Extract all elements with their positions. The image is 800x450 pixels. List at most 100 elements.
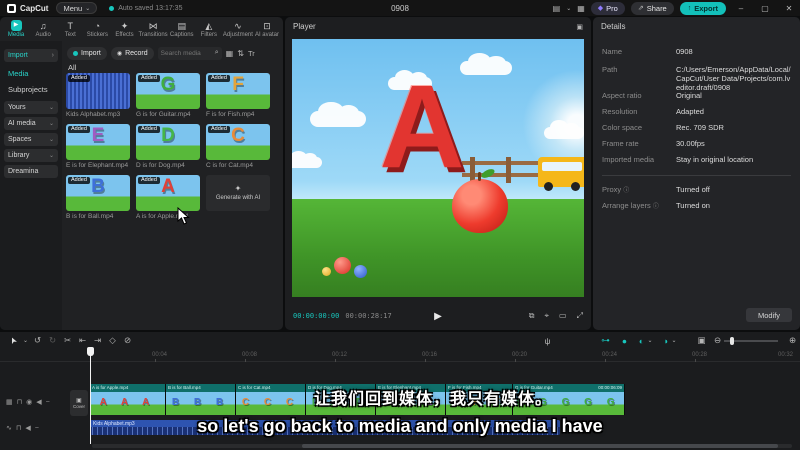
media-item-audio[interactable]: Added Kids Alphabet.mp3 [66,73,130,118]
menu-button[interactable]: Menu ⌄ [56,2,98,14]
media-item-c[interactable]: Added C C is for Cat.mp4 [206,124,270,169]
added-badge: Added [68,75,90,82]
media-item-g[interactable]: Added G G is for Guitar.mp4 [136,73,200,118]
undo-icon[interactable]: ↺ [30,335,45,346]
view-grid-icon[interactable]: ▦ [226,49,234,58]
pro-button[interactable]: ◆ Pro [590,1,625,15]
keyframe-icon[interactable]: ◇ [105,335,120,346]
media-item-d[interactable]: Added D D is for Dog.mp4 [136,124,200,169]
video-preview[interactable]: A [292,39,584,297]
workspace-layout-icon[interactable]: ▤ [553,4,561,13]
trim-left-icon[interactable]: ⇤ [75,335,90,346]
minimize-button[interactable]: – [732,4,750,13]
tab-captions[interactable]: ▤ Captions [169,21,195,38]
timeline-clip-a[interactable]: A is for Apple.mp4 A A A [90,384,166,415]
main-track-icon[interactable]: ▦ [6,399,17,406]
zoom-in-icon[interactable]: ⊕ [785,335,800,346]
play-button[interactable]: ▶ [434,311,442,322]
player-display-mode-icon[interactable]: ▣ [576,23,583,31]
export-button[interactable]: ↑ Export [679,1,726,15]
share-button[interactable]: ⇗ Share [630,1,674,15]
zoom-slider[interactable] [724,337,778,345]
waveform-icon[interactable]: ∿ [6,425,16,432]
generate-with-ai-card[interactable]: ✦ Generate with AI [206,175,270,220]
sidebar-item-media[interactable]: Media [4,69,58,78]
sidebar-item-dreamina[interactable]: Dreamina [4,165,58,178]
record-button[interactable]: ◉ Record [110,46,154,60]
chevron-down-icon[interactable]: ⌄ [670,337,678,344]
tab-transitions[interactable]: ⋈ Transitions [139,21,168,38]
focus-icon[interactable]: ⌖ [545,311,550,321]
tab-audio[interactable]: ♫ Audio [30,21,56,38]
select-tool-chevron-icon[interactable]: ⌄ [21,337,30,344]
subtitle-chinese: 让我们回到媒体，我只有媒体。 [313,391,553,408]
timeline-ruler[interactable]: 00:04 00:08 00:12 00:16 00:20 00:24 00:2… [0,349,800,362]
media-item-f[interactable]: Added F F is for Fish.mp4 [206,73,270,118]
split-icon[interactable]: ✂ [60,335,75,346]
ratio-icon[interactable]: ▭ [559,311,567,321]
voiceover-mic-icon[interactable]: ψ [540,336,555,346]
trim-right-icon[interactable]: ⇥ [90,335,105,346]
horizontal-scrollbar[interactable] [92,444,792,448]
zoom-slider-thumb[interactable] [730,337,734,345]
filter-icon[interactable]: Tr [248,49,255,58]
sort-icon[interactable]: ⇅ [237,49,244,58]
media-item-a[interactable]: Added A A is for Apple.mp4 [136,175,200,220]
close-button[interactable]: ✕ [780,4,798,13]
modify-button[interactable]: Modify [746,308,792,322]
detail-value: Rec. 709 SDR [676,123,724,132]
ruler-label: 00:24 [602,352,618,358]
timeline-clip-c[interactable]: C is for Cat.mp4 C C C [236,384,306,415]
layout-chevron-icon[interactable]: ⌄ [566,5,571,12]
media-section-all[interactable]: All [68,63,76,72]
collapse-icon[interactable]: − [46,399,54,406]
scrollbar-thumb[interactable] [302,444,778,448]
magnet-snap-icon[interactable]: ⊶ [598,335,613,346]
lock-icon[interactable]: ⊓ [16,425,25,432]
chevron-down-icon[interactable]: ⌄ [646,337,654,344]
tab-adjustment[interactable]: ∿ Adjustment [223,21,253,38]
maximize-button[interactable]: ▢ [756,4,774,13]
mute-icon[interactable]: ◀ [36,399,45,406]
audio-track-controls[interactable]: ∿⊓◀− [6,424,43,432]
sidebar-item-label: Yours [8,104,26,111]
video-track-controls[interactable]: ▦⊓◉◀− [6,398,54,406]
tab-text[interactable]: T Text [57,21,83,38]
media-item-b[interactable]: Added B B is for Ball.mp4 [66,175,130,220]
toggle-value[interactable]: Turned off [676,185,792,194]
delete-icon[interactable]: ⊘ [120,335,135,346]
cover-template-icon[interactable]: ▣ [694,335,709,346]
sidebar-item-yours[interactable]: Yours ⌄ [4,101,58,114]
tab-filters[interactable]: ◭ Filters [196,21,222,38]
sidebar-item-ai-media[interactable]: AI media ⌄ [4,117,58,130]
zoom-out-icon[interactable]: ⊖ [710,335,725,346]
media-item-e[interactable]: Added E E is for Elephant.mp4 [66,124,130,169]
lock-icon[interactable]: ⊓ [17,399,26,406]
search-input[interactable] [160,49,215,57]
sidebar-item-library[interactable]: Library ⌄ [4,149,58,162]
toggle-value[interactable]: Turned on [676,201,792,210]
autosave-status: Auto saved 13:17:35 [118,4,183,12]
import-button[interactable]: Import [67,46,107,60]
tab-ai-avatar[interactable]: ⊡ AI avatar [254,21,280,38]
mirror-icon[interactable]: ⧉ [529,311,535,321]
sidebar-item-subprojects[interactable]: Subprojects [4,85,58,94]
tab-stickers[interactable]: ◔ Stickers [84,21,110,38]
tab-effects[interactable]: ✦ Effects [111,21,137,38]
select-tool-icon[interactable]: ➤ [5,331,21,349]
fullscreen-icon[interactable]: ⤢ [577,311,583,321]
link-toggle-icon[interactable]: ● [617,336,632,346]
clip-filmstrip: B B B [166,392,235,415]
panel-grid-icon[interactable]: ▦ [577,4,585,13]
timeline-clip-b[interactable]: B is for Ball.mp4 B B B [166,384,236,415]
sidebar-item-spaces[interactable]: Spaces ⌄ [4,133,58,146]
sidebar-import[interactable]: Import › [4,49,58,62]
visibility-icon[interactable]: ◉ [26,399,36,406]
media-search[interactable]: ⌕ [157,46,222,60]
collapse-icon[interactable]: − [35,425,43,432]
tab-media[interactable]: ▶ Media [3,20,29,38]
redo-icon[interactable]: ↻ [45,335,60,346]
mute-icon[interactable]: ◀ [25,425,34,432]
duration-timecode: 00:00:28:17 [345,312,392,320]
cover-button[interactable]: ▣ Cover [70,390,88,416]
